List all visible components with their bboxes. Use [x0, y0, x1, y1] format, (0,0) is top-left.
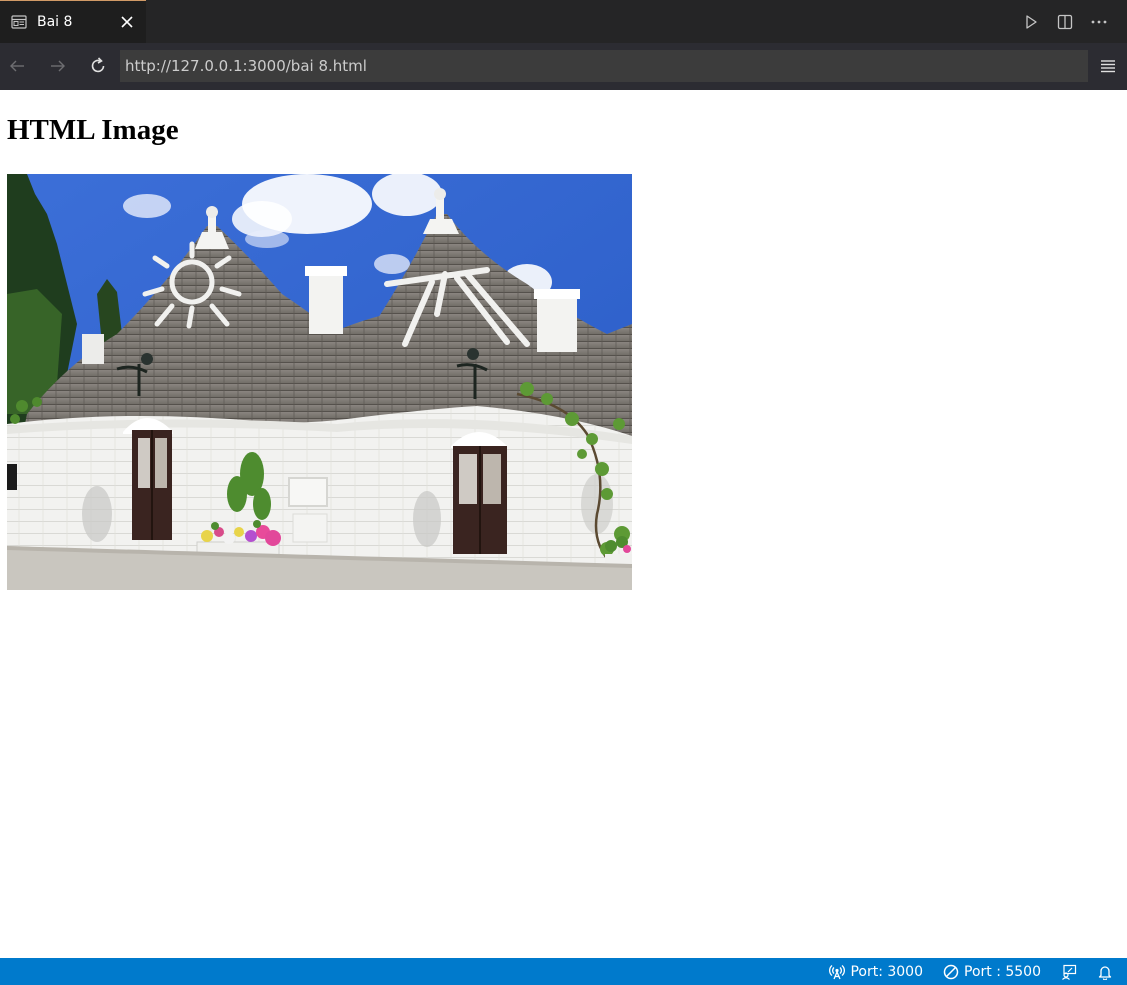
status-port-3000[interactable]: Port: 3000 — [829, 964, 923, 980]
status-notifications[interactable] — [1097, 964, 1113, 980]
split-editor-icon[interactable] — [1055, 12, 1075, 32]
broadcast-icon — [829, 964, 846, 980]
close-icon[interactable] — [118, 13, 136, 31]
feedback-icon — [1061, 964, 1077, 980]
arrow-right-icon[interactable] — [47, 55, 69, 77]
circle-slash-icon — [943, 964, 959, 980]
run-icon[interactable] — [1021, 12, 1041, 32]
reload-icon[interactable] — [87, 55, 109, 77]
hamburger-menu-icon[interactable] — [1097, 55, 1119, 77]
status-port-3000-label: Port: 3000 — [850, 963, 923, 980]
editor-actions — [1021, 0, 1127, 43]
tab-title: Bai 8 — [37, 14, 73, 30]
trulli-houses-photo — [7, 174, 632, 590]
arrow-left-icon[interactable] — [6, 55, 28, 77]
more-actions-icon[interactable] — [1089, 12, 1109, 32]
status-port-5500-label: Port : 5500 — [964, 963, 1041, 980]
status-feedback[interactable] — [1061, 964, 1077, 980]
browser-nav-bar — [0, 43, 1127, 90]
browser-preview-icon — [10, 13, 28, 31]
status-port-5500[interactable]: Port : 5500 — [943, 964, 1041, 980]
status-bar: Port: 3000 Port : 5500 — [0, 958, 1127, 985]
bell-icon — [1097, 964, 1113, 980]
url-input[interactable] — [120, 50, 1088, 82]
tab-bai-8[interactable]: Bai 8 — [0, 0, 146, 43]
editor-tab-bar: Bai 8 — [0, 0, 1127, 43]
page-heading: HTML Image — [7, 114, 179, 146]
